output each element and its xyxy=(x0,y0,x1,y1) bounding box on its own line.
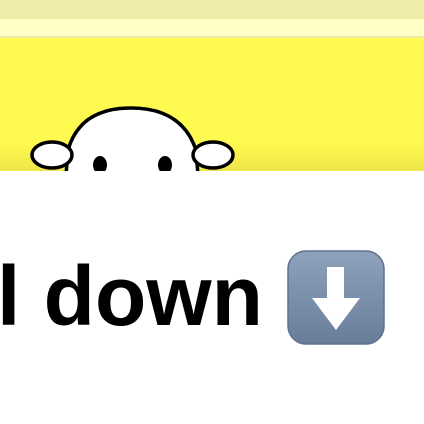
top-bar xyxy=(0,19,424,38)
pull-down-caption: l down xyxy=(0,249,263,343)
down-arrow-icon xyxy=(287,250,385,345)
ghost-icon xyxy=(30,106,235,171)
yellow-header xyxy=(0,38,424,171)
status-bar xyxy=(0,0,424,19)
